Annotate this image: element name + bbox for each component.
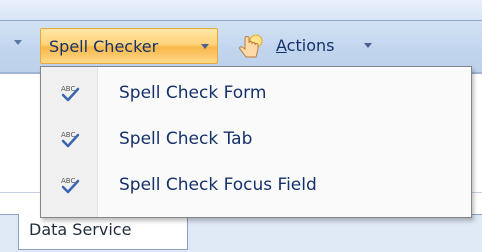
spell-checker-dropdown-button[interactable]: Spell Checker: [40, 28, 218, 64]
spell-checker-label: Spell Checker: [49, 37, 159, 56]
menu-item-label: Spell Check Focus Field: [119, 175, 317, 195]
app-window: Spell Checker Actions Data Service ABC S…: [0, 0, 482, 252]
toolbar-top-strip: [0, 0, 482, 21]
spell-checker-menu: ABC Spell Check Form ABC Spell Check Tab…: [40, 66, 472, 218]
chevron-down-icon: [364, 43, 372, 48]
tab-label: Data Service: [29, 220, 132, 239]
spell-check-icon: ABC: [61, 177, 80, 194]
menu-item-spell-check-tab[interactable]: ABC Spell Check Tab: [41, 117, 471, 163]
menu-item-spell-check-focus-field[interactable]: ABC Spell Check Focus Field: [41, 163, 471, 209]
hand-pointer-icon: [239, 34, 263, 58]
menu-item-label: Spell Check Form: [119, 83, 267, 103]
menu-item-spell-check-form[interactable]: ABC Spell Check Form: [41, 71, 471, 117]
actions-dropdown-button[interactable]: Actions: [232, 28, 382, 64]
svg-text:ABC: ABC: [61, 177, 75, 185]
menu-item-label: Spell Check Tab: [119, 129, 253, 149]
tab-data-service[interactable]: Data Service: [18, 214, 188, 250]
spell-check-icon: ABC: [61, 85, 80, 102]
toolbar: Spell Checker Actions: [0, 0, 482, 74]
actions-label: Actions: [276, 36, 335, 55]
spell-check-icon: ABC: [61, 131, 80, 148]
svg-text:ABC: ABC: [61, 85, 75, 93]
svg-text:ABC: ABC: [61, 131, 75, 139]
overflow-chevron-icon[interactable]: [14, 40, 22, 45]
chevron-down-icon: [201, 44, 209, 49]
